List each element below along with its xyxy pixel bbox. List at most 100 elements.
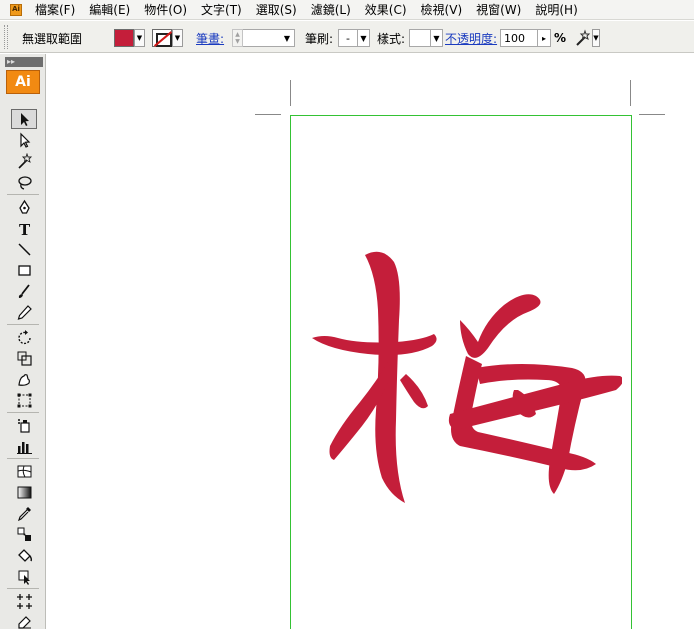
menu-filter[interactable]: 濾鏡(L) xyxy=(304,0,358,20)
free-transform-tool[interactable] xyxy=(11,390,37,410)
column-graph-icon xyxy=(16,441,32,454)
stroke-label-link[interactable]: 筆畫: xyxy=(196,28,224,48)
scale-tool[interactable] xyxy=(11,348,37,368)
rotate-tool[interactable] xyxy=(11,327,37,347)
menu-file[interactable]: 檔案(F) xyxy=(28,0,82,20)
eraser-icon xyxy=(17,615,31,629)
illustrator-logo: Ai xyxy=(6,70,40,94)
style-select[interactable]: ▼ xyxy=(409,28,443,48)
warp-hand-icon xyxy=(17,373,30,386)
illustrator-app-icon[interactable]: Ai xyxy=(10,3,22,16)
tools-panel-header[interactable]: ▸▸ xyxy=(5,57,43,67)
warp-tool[interactable] xyxy=(11,369,37,389)
control-bar: 無選取範圍 ▼ ▼ 筆畫: ▲ ▼ ▼ 筆刷: - ▼ 樣式: ▼ 不透明度: 1… xyxy=(0,21,694,53)
rectangle-icon xyxy=(17,264,31,276)
glyph-stroke-top-hook xyxy=(460,294,541,358)
pen-tool[interactable] xyxy=(11,197,37,217)
stroke-weight-dropdown-icon[interactable]: ▼ xyxy=(284,34,294,43)
menu-object[interactable]: 物件(O) xyxy=(137,0,194,20)
paintbrush-tool[interactable] xyxy=(11,281,37,301)
control-bar-grip[interactable] xyxy=(4,25,8,49)
tool-separator xyxy=(7,458,39,459)
pen-nib-icon xyxy=(18,199,30,214)
type-tool[interactable]: T xyxy=(11,218,37,238)
style-swatch[interactable] xyxy=(409,29,431,47)
stroke-weight-field[interactable]: ▼ xyxy=(243,29,295,47)
selection-status-label: 無選取範圍 xyxy=(22,31,83,46)
menu-view[interactable]: 檢視(V) xyxy=(414,0,470,20)
fill-swatch[interactable]: ▼ xyxy=(114,28,145,48)
opacity-slider-arrow-icon[interactable]: ▸ xyxy=(538,29,551,47)
glyph-stroke-horizontal xyxy=(312,334,437,355)
pencil-tool[interactable] xyxy=(11,302,37,322)
live-paint-bucket-tool[interactable] xyxy=(11,545,37,565)
fill-dropdown-arrow-icon[interactable]: ▼ xyxy=(134,29,145,47)
lasso-tool[interactable] xyxy=(11,172,37,192)
eraser-tool[interactable] xyxy=(11,611,37,629)
blend-tool[interactable] xyxy=(11,524,37,544)
eyedropper-tool[interactable] xyxy=(11,503,37,523)
opacity-input[interactable]: 100 xyxy=(500,29,538,47)
plum-calligraphy-artwork[interactable] xyxy=(310,250,622,504)
document-canvas[interactable] xyxy=(47,54,694,629)
magic-wand-tool-icon xyxy=(17,152,32,169)
menu-effect[interactable]: 效果(C) xyxy=(358,0,414,20)
crop-area-tool[interactable] xyxy=(11,591,37,611)
crop-mark xyxy=(639,114,665,115)
tool-separator xyxy=(7,588,39,589)
blend-icon xyxy=(17,527,31,541)
gradient-icon xyxy=(17,486,31,498)
stroke-weight-stepper[interactable]: ▲ ▼ xyxy=(232,29,243,47)
stroke-swatch[interactable]: ▼ xyxy=(152,28,183,48)
glyph-stroke-dot xyxy=(400,374,428,409)
menu-window[interactable]: 視窗(W) xyxy=(469,0,528,20)
opacity-label-link[interactable]: 不透明度: xyxy=(445,28,497,48)
selection-arrow-icon xyxy=(20,112,29,126)
brush-dropdown-icon[interactable]: ▼ xyxy=(358,29,370,47)
menu-select[interactable]: 選取(S) xyxy=(249,0,304,20)
pencil-icon xyxy=(17,304,32,320)
mesh-tool[interactable] xyxy=(11,461,37,481)
crop-mark xyxy=(630,80,631,106)
direct-selection-arrow-icon xyxy=(19,132,30,148)
gradient-tool[interactable] xyxy=(11,482,37,502)
stroke-weight-control[interactable]: ▲ ▼ ▼ xyxy=(232,28,295,48)
selection-tool[interactable] xyxy=(11,109,37,129)
opacity-control[interactable]: 100 ▸ xyxy=(500,28,551,48)
crop-mark xyxy=(290,80,291,106)
tools-panel: ▸▸ Ai T xyxy=(0,54,46,629)
free-transform-icon xyxy=(17,393,31,407)
fill-color-swatch[interactable] xyxy=(114,29,134,47)
mesh-icon xyxy=(17,465,31,477)
menu-edit[interactable]: 編輯(E) xyxy=(82,0,137,20)
tool-separator xyxy=(7,324,39,325)
symbol-sprayer-tool[interactable] xyxy=(11,415,37,435)
tool-separator xyxy=(7,412,39,413)
eyedropper-icon xyxy=(17,506,31,521)
paint-bucket-icon xyxy=(17,548,32,562)
svg-text:T: T xyxy=(19,221,31,237)
column-graph-tool[interactable] xyxy=(11,436,37,456)
opacity-percent-unit: % xyxy=(554,31,567,45)
direct-selection-tool[interactable] xyxy=(11,130,37,150)
brush-label: 筆刷: xyxy=(305,31,334,46)
stroke-none-swatch-icon[interactable] xyxy=(152,29,172,47)
brush-select[interactable]: - ▼ xyxy=(338,28,370,48)
magic-wand-icon xyxy=(576,29,591,46)
style-dropdown-icon[interactable]: ▼ xyxy=(431,29,443,47)
rectangle-tool[interactable] xyxy=(11,260,37,280)
recolor-dropdown-icon[interactable]: ▼ xyxy=(592,29,600,47)
magic-wand-tool[interactable] xyxy=(11,151,37,171)
menu-help[interactable]: 說明(H) xyxy=(528,0,584,20)
lasso-icon xyxy=(17,175,32,190)
brush-value[interactable]: - xyxy=(338,29,358,47)
line-segment-icon xyxy=(17,242,31,256)
line-segment-tool[interactable] xyxy=(11,239,37,259)
stroke-dropdown-arrow-icon[interactable]: ▼ xyxy=(172,29,183,47)
recolor-artwork-button[interactable]: ▼ xyxy=(572,28,600,48)
symbol-sprayer-icon xyxy=(17,418,30,433)
live-paint-selection-tool[interactable] xyxy=(11,566,37,586)
scale-icon xyxy=(17,351,32,366)
menu-type[interactable]: 文字(T) xyxy=(194,0,249,20)
type-t-icon: T xyxy=(19,221,31,237)
